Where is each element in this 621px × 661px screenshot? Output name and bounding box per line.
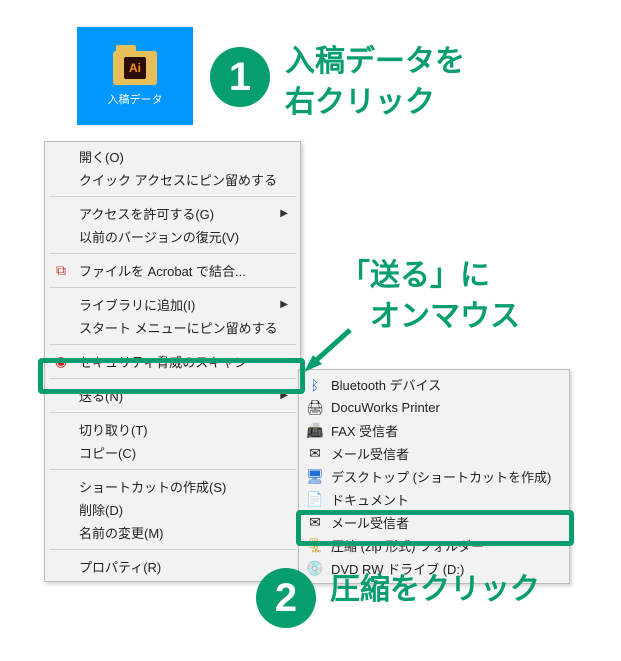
step1-badge: 1: [210, 47, 270, 107]
printer-icon: 🖨: [307, 400, 323, 416]
chevron-right-icon: ▶: [280, 208, 288, 219]
menu-delete[interactable]: 削除(D): [45, 498, 300, 521]
menu-label: 送る(N): [79, 386, 123, 405]
separator: [49, 344, 296, 345]
zip-folder-icon: 🗜: [307, 538, 323, 554]
menu-label: クイック アクセスにピン留めする: [79, 170, 277, 189]
menu-label: メール受信者: [331, 444, 409, 463]
acrobat-icon: ⧉: [53, 263, 69, 279]
sendto-zip[interactable]: 🗜 圧縮 (zip 形式) フォルダー: [299, 534, 569, 557]
desktop-folder-icon[interactable]: Ai 入稿データ: [77, 27, 193, 125]
step2-caption: 圧縮をクリック: [330, 570, 540, 611]
chevron-right-icon: ▶: [280, 390, 288, 401]
menu-label: ショートカットの作成(S): [79, 477, 226, 496]
menu-combine-acrobat[interactable]: ⧉ ファイルを Acrobat で結合...: [45, 259, 300, 282]
sendto-docuworks[interactable]: 🖨 DocuWorks Printer: [299, 396, 569, 419]
step1-caption: 入稿データを右クリック: [285, 42, 465, 123]
chevron-right-icon: ▶: [280, 299, 288, 310]
separator: [49, 196, 296, 197]
dvd-icon: 💿: [307, 561, 323, 577]
desktop-icon: 🖥: [307, 469, 323, 485]
fax-icon: 📠: [307, 423, 323, 439]
sendto-mail[interactable]: ✉ メール受信者: [299, 442, 569, 465]
context-menu-main: 開く(O) クイック アクセスにピン留めする アクセスを許可する(G) ▶ 以前の…: [44, 141, 301, 582]
menu-label: DocuWorks Printer: [331, 400, 440, 415]
menu-property[interactable]: プロパティ(R): [45, 555, 300, 578]
step2-badge: 2: [256, 568, 316, 628]
menu-pin-quickaccess[interactable]: クイック アクセスにピン留めする: [45, 168, 300, 191]
sendto-hint: 「送る」に オンマウス: [340, 256, 520, 337]
context-menu-sendto: ᛒ Bluetooth デバイス 🖨 DocuWorks Printer 📠 FAX …: [298, 369, 570, 584]
menu-send-to[interactable]: 送る(N) ▶: [45, 384, 300, 407]
sendto-documents[interactable]: 📄 ドキュメント: [299, 488, 569, 511]
mail-icon: ✉: [307, 446, 323, 462]
menu-create-shortcut[interactable]: ショートカットの作成(S): [45, 475, 300, 498]
separator: [49, 287, 296, 288]
menu-label: スタート メニューにピン留めする: [79, 318, 278, 337]
pointer-arrow-icon: [300, 324, 360, 374]
menu-open-label: 開く(O): [79, 147, 124, 166]
menu-label: ドキュメント: [331, 490, 409, 509]
ai-badge-icon: Ai: [124, 57, 146, 79]
menu-label: セキュリティ脅威のスキャン: [79, 352, 247, 371]
separator: [49, 412, 296, 413]
menu-pin-start[interactable]: スタート メニューにピン留めする: [45, 316, 300, 339]
menu-label: 切り取り(T): [79, 420, 148, 439]
sendto-desktop-shortcut[interactable]: 🖥 デスクトップ (ショートカットを作成): [299, 465, 569, 488]
menu-rename[interactable]: 名前の変更(M): [45, 521, 300, 544]
menu-add-library[interactable]: ライブラリに追加(I) ▶: [45, 293, 300, 316]
menu-cut[interactable]: 切り取り(T): [45, 418, 300, 441]
sendto-fax[interactable]: 📠 FAX 受信者: [299, 419, 569, 442]
menu-label: ファイルを Acrobat で結合...: [79, 261, 246, 280]
menu-restore-previous[interactable]: 以前のバージョンの復元(V): [45, 225, 300, 248]
separator: [49, 378, 296, 379]
menu-label: 名前の変更(M): [79, 523, 164, 542]
separator: [49, 253, 296, 254]
menu-label: FAX 受信者: [331, 421, 398, 440]
menu-label: 削除(D): [79, 500, 123, 519]
separator: [49, 469, 296, 470]
menu-label: メール受信者: [331, 513, 409, 532]
mail-icon: ✉: [307, 515, 323, 531]
sendto-mail2[interactable]: ✉ メール受信者: [299, 511, 569, 534]
menu-label: 圧縮 (zip 形式) フォルダー: [331, 536, 484, 555]
menu-security-scan[interactable]: ◉ セキュリティ脅威のスキャン: [45, 350, 300, 373]
folder-label: 入稿データ: [108, 91, 163, 107]
security-icon: ◉: [53, 354, 69, 370]
menu-label: アクセスを許可する(G): [79, 204, 214, 223]
menu-label: プロパティ(R): [79, 557, 161, 576]
bluetooth-icon: ᛒ: [307, 377, 323, 393]
menu-label: ライブラリに追加(I): [79, 295, 195, 314]
menu-label: 以前のバージョンの復元(V): [79, 227, 239, 246]
menu-open[interactable]: 開く(O): [45, 145, 300, 168]
menu-label: Bluetooth デバイス: [331, 375, 441, 394]
separator: [49, 549, 296, 550]
menu-label: デスクトップ (ショートカットを作成): [331, 467, 551, 486]
folder-icon: Ai: [113, 51, 157, 85]
document-icon: 📄: [307, 492, 323, 508]
menu-label: コピー(C): [79, 443, 136, 462]
menu-grant-access[interactable]: アクセスを許可する(G) ▶: [45, 202, 300, 225]
menu-copy[interactable]: コピー(C): [45, 441, 300, 464]
sendto-bluetooth[interactable]: ᛒ Bluetooth デバイス: [299, 373, 569, 396]
